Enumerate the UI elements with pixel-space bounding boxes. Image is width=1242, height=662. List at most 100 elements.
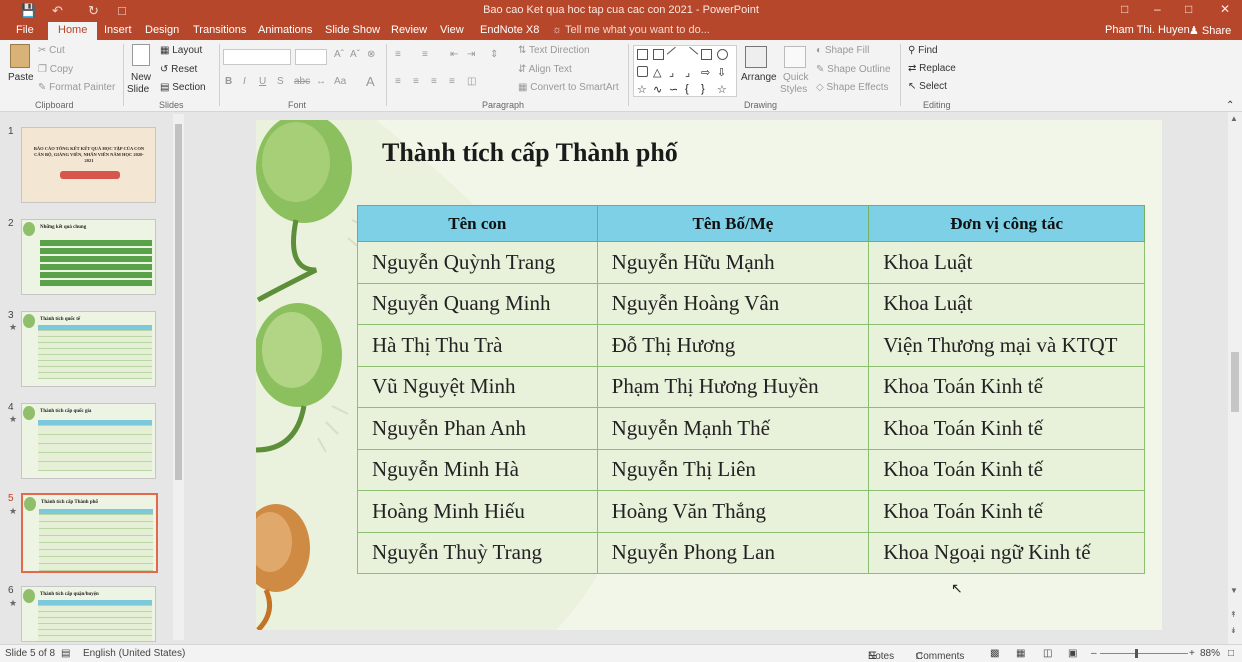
line-shape-icon[interactable]: [682, 46, 699, 63]
table-cell[interactable]: Khoa Toán Kinh tế: [868, 365, 1145, 408]
table-cell[interactable]: Khoa Ngoại ngữ Kinh tế: [868, 531, 1145, 574]
format-painter-button[interactable]: ✎ Format Painter: [38, 82, 115, 93]
fit-slide-icon[interactable]: □: [1228, 648, 1234, 659]
font-color-icon[interactable]: A: [366, 74, 375, 89]
slide-scrollbar[interactable]: ▲ ▼ ↟ ↡: [1228, 112, 1242, 644]
column-header-workplace[interactable]: Đơn vị công tác: [868, 205, 1145, 242]
text-direction-button[interactable]: ⇅ Text Direction: [518, 45, 590, 56]
section-button[interactable]: ▤ Section: [160, 82, 206, 93]
reset-button[interactable]: ↺ Reset: [160, 64, 197, 75]
cut-button[interactable]: ✂ Cut: [38, 45, 65, 56]
underline-icon[interactable]: U: [259, 76, 266, 87]
star-shape-icon[interactable]: ☆: [637, 83, 648, 96]
shape-outline-button[interactable]: ✎ Shape Outline: [816, 64, 891, 75]
replace-button[interactable]: ⇄ Replace: [908, 63, 956, 74]
tab-slide-show[interactable]: Slide Show: [325, 24, 380, 36]
arrange-icon[interactable]: [745, 46, 767, 68]
brace-shape-icon[interactable]: }: [701, 83, 712, 95]
numbering-icon[interactable]: ≡: [422, 49, 428, 60]
spell-check-icon[interactable]: ▤: [61, 648, 70, 659]
quick-styles-label-2[interactable]: Styles: [780, 84, 807, 95]
select-button[interactable]: ↖ Select: [908, 81, 947, 92]
connector-shape-icon[interactable]: ⌟: [669, 66, 680, 79]
strikethrough-icon[interactable]: abc: [294, 76, 310, 87]
table-cell[interactable]: Khoa Toán Kinh tế: [868, 490, 1145, 533]
connector-shape-icon[interactable]: ⌟: [685, 66, 696, 79]
font-name-box[interactable]: [223, 49, 291, 65]
slide-title[interactable]: Thành tích cấp Thành phố: [382, 138, 678, 168]
rectangle-shape-icon[interactable]: [637, 66, 648, 77]
tab-transitions[interactable]: Transitions: [193, 24, 246, 36]
zoom-slider-handle[interactable]: [1135, 649, 1138, 658]
bullets-icon[interactable]: ≡: [395, 49, 401, 60]
change-case-icon[interactable]: Aa: [334, 76, 346, 87]
table-cell[interactable]: Nguyễn Quỳnh Trang: [357, 241, 598, 284]
column-header-parent-name[interactable]: Tên Bố/Mẹ: [596, 205, 870, 242]
achievement-table[interactable]: Tên con Tên Bố/Mẹ Đơn vị công tác Nguyễn…: [357, 205, 1145, 574]
zoom-level[interactable]: 88%: [1200, 648, 1220, 659]
table-cell[interactable]: Hoàng Văn Thắng: [596, 490, 870, 533]
thumbnail-slide-4[interactable]: Thành tích cấp quốc gia: [21, 403, 156, 479]
shapes-gallery[interactable]: △ ⌟ ⌟ ⇨ ⇩ ☆ ∿ ∽ { } ☆: [633, 45, 737, 97]
table-cell[interactable]: Viện Thương mại và KTQT: [868, 324, 1145, 367]
columns-icon[interactable]: ◫: [467, 76, 476, 87]
tab-design[interactable]: Design: [145, 24, 179, 36]
table-cell[interactable]: Nguyễn Minh Hà: [357, 448, 598, 491]
zoom-slider[interactable]: [1100, 653, 1188, 654]
table-cell[interactable]: Nguyễn Hoàng Vân: [596, 282, 870, 325]
previous-slide-icon[interactable]: ↟: [1230, 610, 1237, 619]
align-left-icon[interactable]: ≡: [395, 76, 401, 87]
textbox-shape-icon[interactable]: [653, 49, 664, 60]
table-cell[interactable]: Nguyễn Hữu Mạnh: [596, 241, 870, 284]
table-cell[interactable]: Khoa Toán Kinh tế: [868, 448, 1145, 491]
user-name[interactable]: Pham Thi. Huyen: [1105, 24, 1190, 36]
table-cell[interactable]: Nguyễn Phan Anh: [357, 407, 598, 450]
language-status[interactable]: English (United States): [83, 648, 185, 659]
decrease-indent-icon[interactable]: ⇤: [450, 49, 458, 60]
table-cell[interactable]: Nguyễn Thị Liên: [596, 448, 870, 491]
collapse-ribbon-icon[interactable]: ⌃: [1226, 100, 1234, 111]
quick-styles-icon[interactable]: [784, 46, 806, 68]
thumbnail-slide-5[interactable]: Thành tích cấp Thành phố: [21, 493, 158, 573]
line-shape-icon[interactable]: [666, 46, 683, 63]
next-slide-icon[interactable]: ↡: [1230, 626, 1237, 635]
share-button[interactable]: ♟ Share: [1189, 24, 1231, 37]
close-icon[interactable]: ✕: [1220, 2, 1230, 16]
slide-sorter-icon[interactable]: ▦: [1016, 648, 1025, 659]
tab-file[interactable]: File: [16, 24, 34, 36]
arrow-shape-icon[interactable]: ⇨: [701, 66, 712, 79]
table-cell[interactable]: Hoàng Minh Hiếu: [357, 490, 598, 533]
tab-animations[interactable]: Animations: [258, 24, 312, 36]
new-slide-label-2[interactable]: Slide: [127, 84, 149, 95]
shape-fill-button[interactable]: ◐ Shape Fill: [816, 45, 869, 56]
minimize-icon[interactable]: –: [1154, 2, 1161, 16]
zoom-out-icon[interactable]: –: [1091, 648, 1097, 659]
slide-canvas[interactable]: Thành tích cấp Thành phố Tên con Tên Bố/…: [256, 120, 1162, 630]
table-cell[interactable]: Nguyễn Phong Lan: [596, 531, 870, 574]
oval-shape-icon[interactable]: [717, 49, 728, 60]
paste-button[interactable]: Paste: [8, 72, 34, 83]
table-cell[interactable]: Khoa Luật: [868, 282, 1145, 325]
shrink-font-icon[interactable]: Aˇ: [350, 49, 360, 60]
scroll-thumb[interactable]: [175, 124, 182, 480]
grow-font-icon[interactable]: Aˆ: [334, 49, 344, 60]
textbox-shape-icon[interactable]: [637, 49, 648, 60]
find-button[interactable]: ⚲ Find: [908, 45, 938, 56]
shadow-icon[interactable]: S: [277, 76, 284, 87]
scroll-up-icon[interactable]: ▲: [1230, 114, 1238, 123]
increase-indent-icon[interactable]: ⇥: [467, 49, 475, 60]
table-cell[interactable]: Nguyễn Mạnh Thế: [596, 407, 870, 450]
reading-view-icon[interactable]: ◫: [1043, 648, 1052, 659]
justify-icon[interactable]: ≡: [449, 76, 455, 87]
convert-smartart-button[interactable]: ▦ Convert to SmartArt: [518, 82, 619, 93]
triangle-shape-icon[interactable]: △: [653, 66, 664, 79]
align-center-icon[interactable]: ≡: [413, 76, 419, 87]
normal-view-icon[interactable]: ▩: [990, 648, 999, 659]
thumbnail-scrollbar[interactable]: [173, 114, 184, 640]
tab-insert[interactable]: Insert: [104, 24, 132, 36]
quick-styles-label-1[interactable]: Quick: [783, 72, 809, 83]
table-cell[interactable]: Phạm Thị Hương Huyền: [596, 365, 870, 408]
align-text-button[interactable]: ⇵ Align Text: [518, 64, 572, 75]
thumbnail-slide-6[interactable]: Thành tích cấp quận/huyện: [21, 586, 156, 642]
ribbon-display-icon[interactable]: □: [1121, 2, 1128, 16]
